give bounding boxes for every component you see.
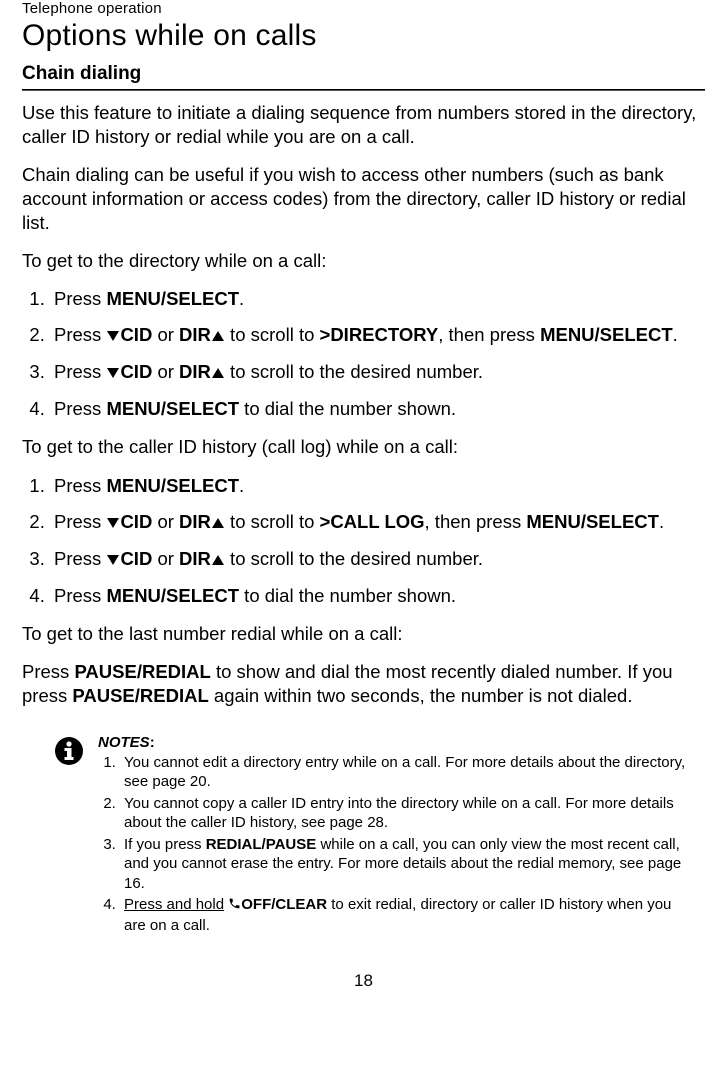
key-label: DIR [179,548,211,569]
text: Press [54,585,106,606]
step: Press MENU/SELECT to dial the number sho… [50,584,705,608]
key-label: DIR [179,324,211,345]
key-label: /SELECT [161,398,239,419]
key-label-smallcaps: MENU [540,324,594,345]
note-item: You cannot edit a directory entry while … [120,753,695,792]
text: or [152,361,179,382]
text: Press [54,548,106,569]
text: to dial the number shown. [239,398,456,419]
intro-paragraph-1: Use this feature to initiate a dialing s… [22,101,705,149]
note-item: If you press REDIAL/PAUSE while on a cal… [120,835,695,894]
text: again within two seconds, the number is … [209,685,633,706]
key-label: /REDIAL [137,661,211,682]
key-label-smallcaps: MENU [106,398,160,419]
text: or [152,511,179,532]
text: Press [54,398,106,419]
step: Press MENU/SELECT to dial the number sho… [50,397,705,421]
subhead: Chain dialing [22,63,705,85]
text: , then press [438,324,540,345]
text: to scroll to the desired number. [225,361,483,382]
key-label: CID [120,324,152,345]
key-label: CID [120,511,152,532]
step: Press CID or DIR to scroll to the desire… [50,360,705,385]
text: , then press [425,511,527,532]
text: . [659,511,664,532]
step: Press CID or DIR to scroll to >CALL LOG,… [50,510,705,535]
text: to scroll to [225,324,320,345]
key-label: DIR [179,511,211,532]
page-title: Options while on calls [22,19,705,53]
text: Press [54,324,106,345]
menu-target: >CALL LOG [320,511,425,532]
step: Press MENU/SELECT. [50,474,705,498]
key-label: CID [120,361,152,382]
divider [22,89,705,91]
text: NOTES [98,734,150,751]
triangle-down-icon [106,548,120,572]
text: to scroll to the desired number. [225,548,483,569]
key-label: /REDIAL [135,685,209,706]
category-label: Telephone operation [22,0,705,17]
section-lead-redial: To get to the last number redial while o… [22,622,705,646]
text: or [152,548,179,569]
key-label: DIR [179,361,211,382]
key-label: /SELECT [161,585,239,606]
text: If you press [124,836,206,853]
key-label-smallcaps: CLEAR [275,896,327,913]
text: Press [54,511,106,532]
triangle-up-icon [211,511,225,535]
key-label-smallcaps: PAUSE [74,661,136,682]
text: . [673,324,678,345]
notes-title: NOTES: [98,734,695,751]
key-label-smallcaps: SELECT [166,475,239,496]
section-lead-calllog: To get to the caller ID history (call lo… [22,435,705,459]
steps-calllog: Press MENU/SELECT. Press CID or DIR to s… [22,474,705,608]
step: Press CID or DIR to scroll to >DIRECTORY… [50,323,705,348]
key-label: CID [120,548,152,569]
text: Press [54,288,106,309]
triangle-down-icon [106,511,120,535]
text: . [239,475,244,496]
intro-paragraph-2: Chain dialing can be useful if you wish … [22,163,705,235]
note-item: Press and hold OFF/CLEAR to exit redial,… [120,895,695,935]
triangle-down-icon [106,324,120,348]
key-label: REDIAL/ [206,836,266,853]
key-label: /SELECT [581,511,659,532]
key-label: OFF/ [241,896,275,913]
info-icon [54,736,84,771]
key-label-smallcaps: MENU [106,585,160,606]
triangle-up-icon [211,324,225,348]
step: Press CID or DIR to scroll to the desire… [50,547,705,572]
triangle-down-icon [106,361,120,385]
triangle-up-icon [211,361,225,385]
page-number: 18 [22,971,705,991]
text: to scroll to [225,511,320,532]
text-underlined: Press and hold [124,896,224,913]
text: or [152,324,179,345]
key-label-smallcaps: SELECT [166,288,239,309]
key-label-smallcaps: PAUSE [266,836,317,853]
steps-directory: Press MENU/SELECT. Press CID or DIR to s… [22,287,705,421]
menu-target: >DIRECTORY [320,324,439,345]
text: Press [22,661,74,682]
text: to dial the number shown. [239,585,456,606]
key-label: MENU/ [106,475,166,496]
key-label: MENU/ [106,288,166,309]
section-lead-directory: To get to the directory while on a call: [22,249,705,273]
step: Press MENU/SELECT. [50,287,705,311]
redial-paragraph: Press PAUSE/REDIAL to show and dial the … [22,660,705,708]
text: Press [54,475,106,496]
key-label: /SELECT [595,324,673,345]
triangle-up-icon [211,548,225,572]
note-item: You cannot copy a caller ID entry into t… [120,794,695,833]
text: Press [54,361,106,382]
notes-block: NOTES: You cannot edit a directory entry… [22,734,705,938]
key-label-smallcaps: PAUSE [72,685,134,706]
text: : [150,734,155,751]
text: . [239,288,244,309]
key-label-smallcaps: MENU [526,511,580,532]
phone-icon [228,896,241,916]
notes-list: You cannot edit a directory entry while … [98,753,695,936]
